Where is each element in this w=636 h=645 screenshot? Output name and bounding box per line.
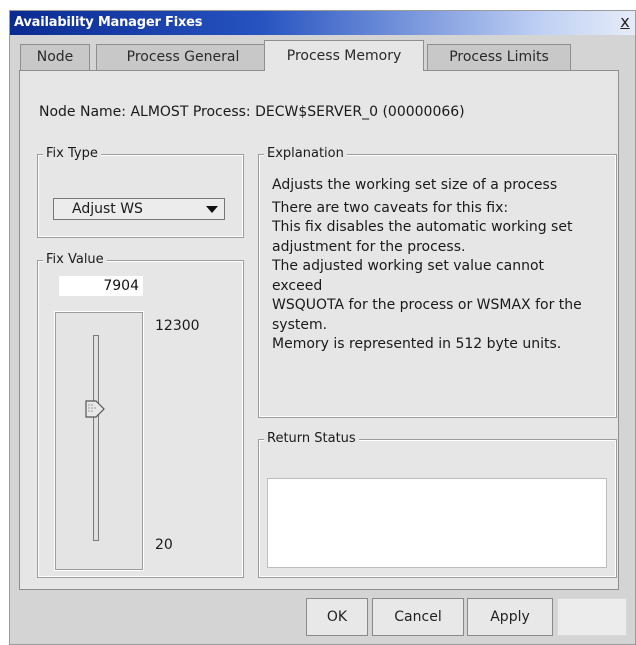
apply-button[interactable]: Apply bbox=[467, 598, 553, 636]
button-bar: OK Cancel Apply bbox=[0, 598, 636, 638]
tab-process-limits[interactable]: Process Limits bbox=[427, 44, 571, 70]
slider-track[interactable] bbox=[93, 335, 99, 541]
explanation-line: adjustment for the process. bbox=[272, 238, 466, 255]
chevron-down-icon[interactable] bbox=[206, 206, 218, 213]
slider-max-label: 12300 bbox=[155, 318, 200, 334]
fix-type-label: Fix Type bbox=[43, 146, 101, 161]
window-title: Availability Manager Fixes bbox=[14, 15, 203, 30]
ok-button[interactable]: OK bbox=[306, 598, 368, 636]
close-icon[interactable]: x bbox=[617, 14, 633, 30]
explanation-line: This fix disables the automatic working … bbox=[272, 219, 573, 235]
fix-type-group: Fix Type Adjust WS bbox=[37, 146, 244, 238]
slider-thumb[interactable] bbox=[84, 399, 108, 419]
return-status-group: Return Status bbox=[258, 431, 617, 578]
explanation-line: Adjusts the working set size of a proces… bbox=[272, 177, 558, 193]
explanation-line: Memory is represented in 512 byte units. bbox=[272, 336, 562, 352]
explanation-label: Explanation bbox=[264, 146, 347, 161]
explanation-line: exceed bbox=[272, 277, 323, 294]
tab-process-memory[interactable]: Process Memory bbox=[264, 40, 424, 71]
slider-min-label: 20 bbox=[155, 537, 173, 553]
explanation-line: There are two caveats for this fix: bbox=[272, 199, 509, 216]
fix-value-input[interactable] bbox=[59, 276, 143, 296]
explanation-line: system. bbox=[272, 316, 328, 333]
fix-type-selected: Adjust WS bbox=[72, 201, 143, 217]
tab-process-general[interactable]: Process General bbox=[96, 44, 270, 70]
slider-frame bbox=[54, 311, 144, 571]
return-status-output bbox=[267, 478, 607, 568]
explanation-text: Adjusts the working set size of a proces… bbox=[272, 176, 607, 355]
fix-type-select[interactable]: Adjust WS bbox=[53, 198, 225, 220]
cancel-button[interactable]: Cancel bbox=[372, 598, 464, 636]
explanation-line: The adjusted working set value cannot bbox=[272, 258, 545, 274]
fix-value-group: Fix Value 12300 20 bbox=[37, 252, 244, 578]
disabled-button bbox=[557, 598, 627, 636]
node-info: Node Name: ALMOST Process: DECW$SERVER_0… bbox=[39, 104, 465, 120]
title-bar[interactable]: Availability Manager Fixes x bbox=[10, 11, 635, 35]
explanation-group: Explanation Adjusts the working set size… bbox=[258, 146, 617, 418]
tab-node[interactable]: Node bbox=[20, 44, 90, 70]
explanation-line: WSQUOTA for the process or WSMAX for the bbox=[272, 297, 582, 313]
tab-strip: Node Process General Process Memory Proc… bbox=[12, 40, 612, 71]
fix-value-label: Fix Value bbox=[43, 252, 107, 267]
return-status-label: Return Status bbox=[264, 431, 359, 446]
